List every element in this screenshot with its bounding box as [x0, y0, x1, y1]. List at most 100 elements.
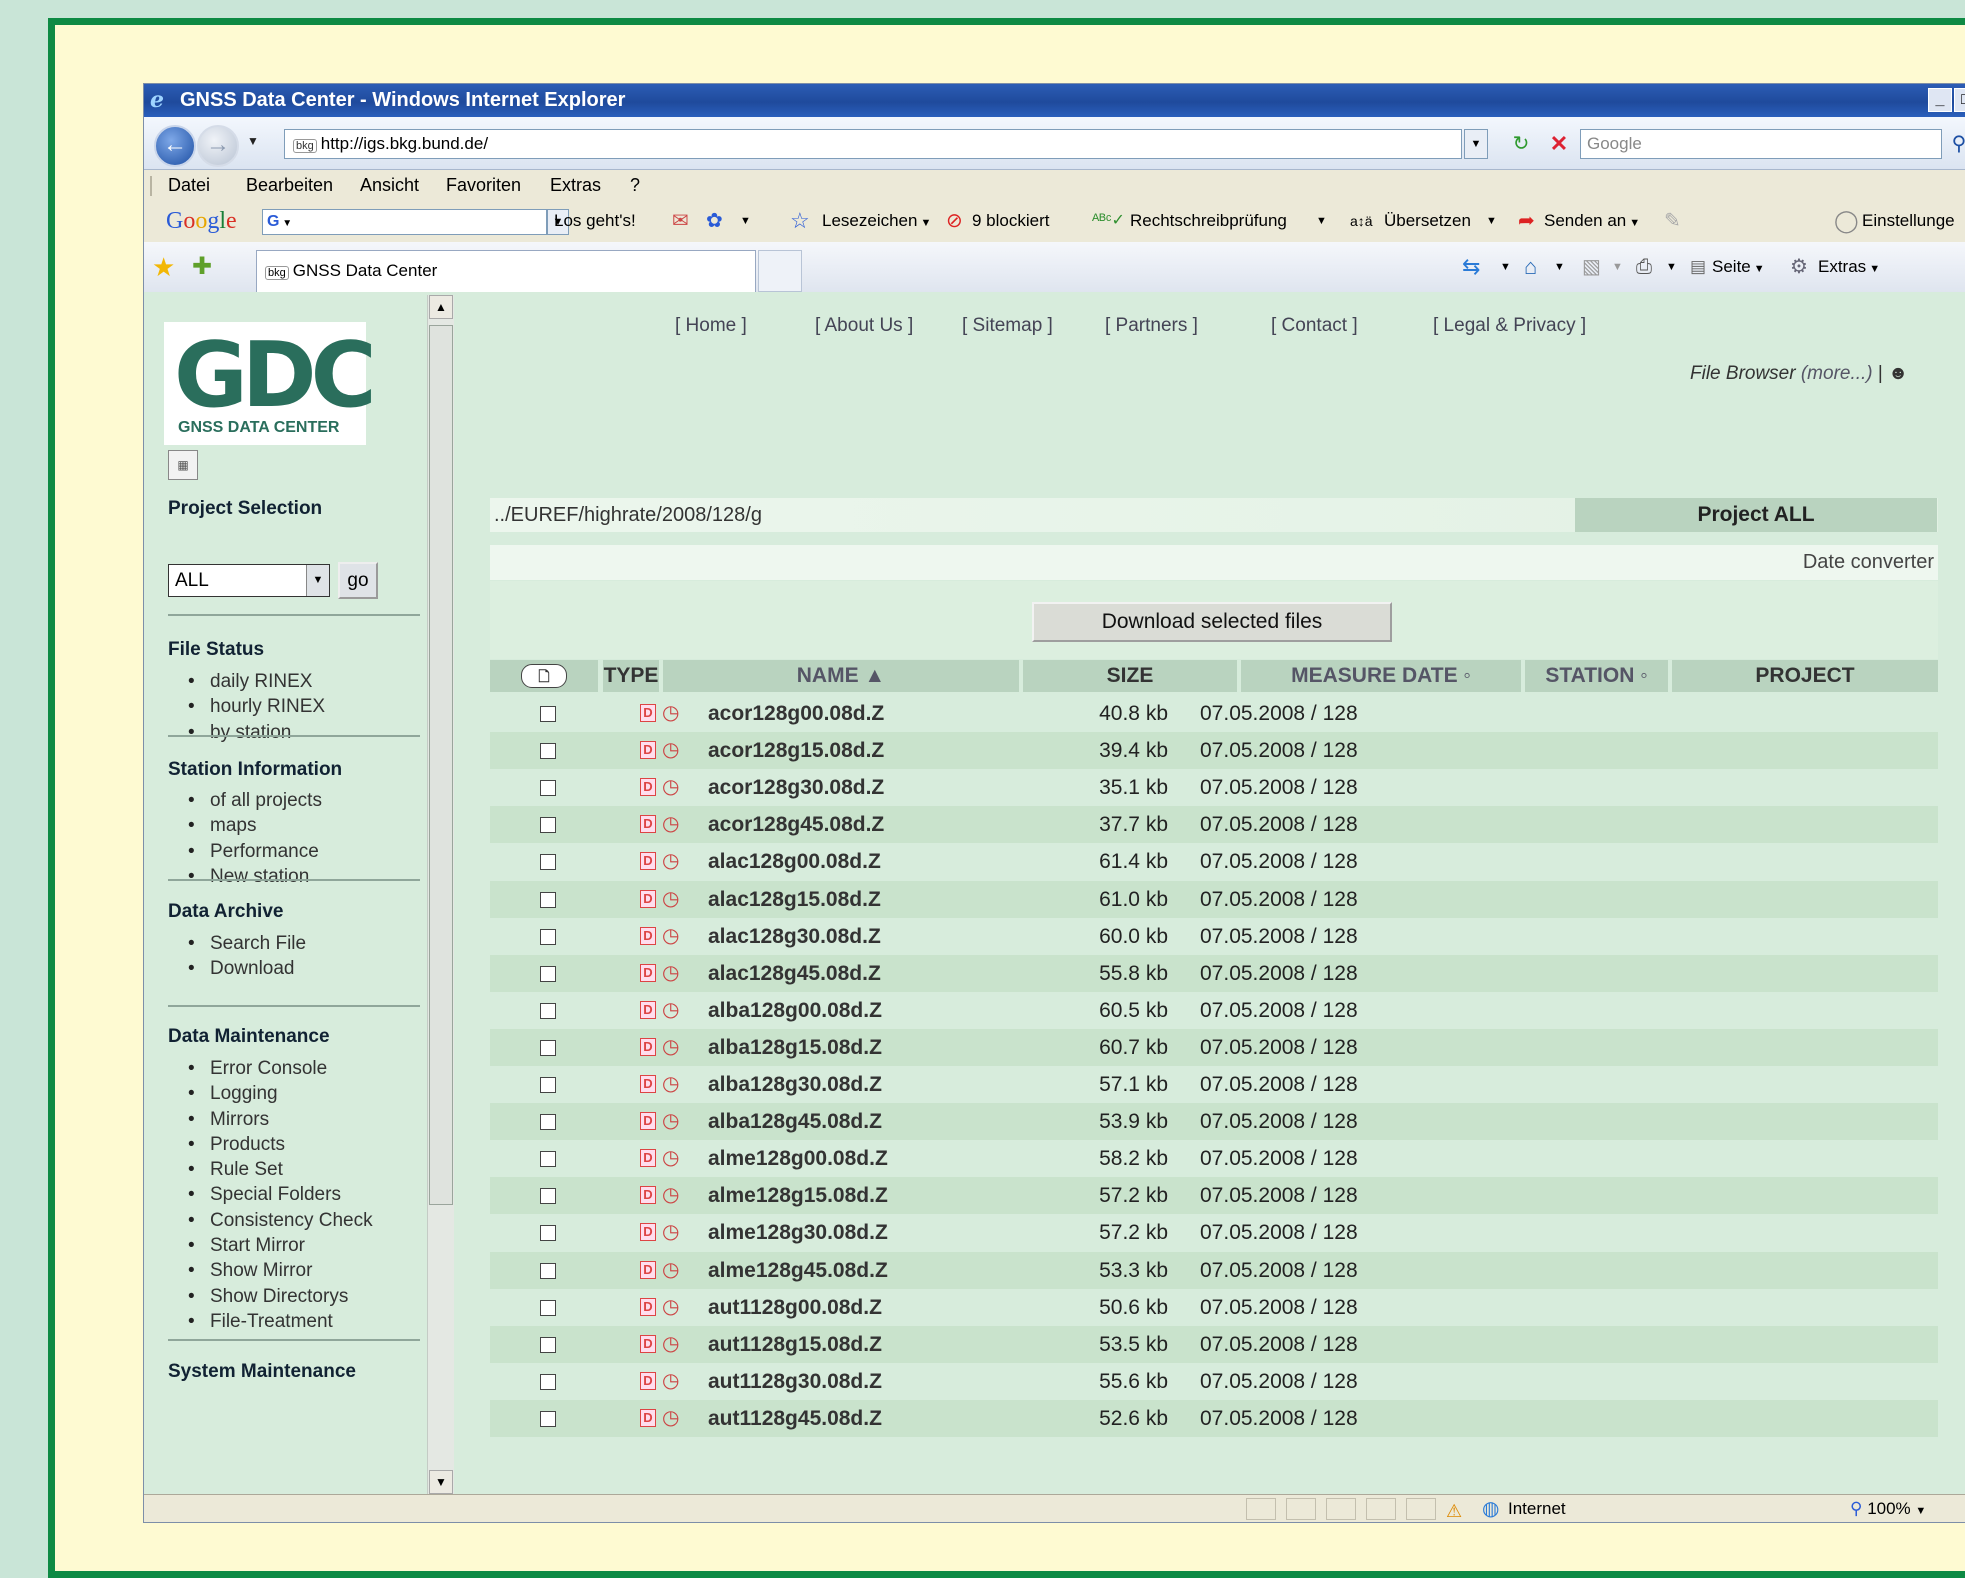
link-maps[interactable]: maps	[210, 813, 322, 838]
row-checkbox[interactable]	[540, 1225, 556, 1242]
document-icon[interactable]: D	[640, 778, 656, 797]
document-icon[interactable]: D	[640, 1037, 656, 1056]
link-search-file[interactable]: Search File	[210, 931, 306, 956]
table-row[interactable]: D ◷ acor128g00.08d.Z 40.8 kb 07.05.2008 / 12…	[490, 695, 1938, 732]
link-rule-set[interactable]: Rule Set	[210, 1157, 373, 1182]
row-checkbox[interactable]	[540, 1151, 556, 1168]
col-type[interactable]: TYPE	[603, 660, 659, 692]
page-menu-button[interactable]: Seite ▼	[1712, 250, 1765, 286]
tab-gnss-data-center[interactable]: bkg GNSS Data Center	[256, 250, 756, 292]
file-name-link[interactable]: alme128g15.08d.Z	[708, 1177, 888, 1214]
file-name-link[interactable]: acor128g45.08d.Z	[708, 806, 884, 843]
table-row[interactable]: D ◷ alac128g30.08d.Z 60.0 kb 07.05.2008 / 12…	[490, 918, 1938, 955]
table-row[interactable]: D ◷ aut1128g30.08d.Z 55.6 kb 07.05.2008 / 12…	[490, 1363, 1938, 1400]
table-row[interactable]: D ◷ aut1128g45.08d.Z 52.6 kb 07.05.2008 / 12…	[490, 1399, 1938, 1437]
table-row[interactable]: D ◷ alac128g00.08d.Z 61.4 kb 07.05.2008 / 12…	[490, 843, 1938, 880]
nav-contact[interactable]: [ Contact ]	[1271, 315, 1358, 337]
file-name-link[interactable]: acor128g15.08d.Z	[708, 732, 884, 769]
file-name-link[interactable]: alba128g00.08d.Z	[708, 992, 882, 1029]
maximize-button[interactable]: □	[1954, 88, 1965, 112]
link-download[interactable]: Download	[210, 956, 306, 981]
document-icon[interactable]: D	[640, 1297, 656, 1316]
row-checkbox[interactable]	[540, 1373, 556, 1390]
row-checkbox[interactable]	[540, 1114, 556, 1131]
menu-help[interactable]: ?	[630, 170, 640, 200]
nav-partners[interactable]: [ Partners ]	[1105, 315, 1198, 337]
table-row[interactable]: D ◷ acor128g15.08d.Z 39.4 kb 07.05.2008 / 12…	[490, 732, 1938, 770]
col-station[interactable]: STATION ◦	[1525, 660, 1668, 692]
minimize-button[interactable]: _	[1928, 88, 1952, 112]
table-row[interactable]: D ◷ alac128g15.08d.Z 61.0 kb 07.05.2008 / 12…	[490, 880, 1938, 918]
link-new-station[interactable]: New station	[210, 864, 322, 889]
url-input[interactable]: bkg http://igs.bkg.bund.de/	[284, 129, 1462, 159]
clock-icon[interactable]: ◷	[662, 1183, 679, 1207]
table-row[interactable]: D ◷ alba128g00.08d.Z 60.5 kb 07.05.2008 / 12…	[490, 992, 1938, 1029]
tools-menu-button[interactable]: Extras ▼	[1818, 250, 1880, 286]
row-checkbox[interactable]	[540, 965, 556, 982]
row-checkbox[interactable]	[540, 706, 556, 722]
row-checkbox[interactable]	[540, 891, 556, 908]
col-size[interactable]: SIZE	[1023, 660, 1237, 692]
home-icon[interactable]: ⌂	[1524, 250, 1537, 284]
pen-icon[interactable]: ✎	[1664, 200, 1681, 242]
clock-icon[interactable]: ◷	[662, 1369, 679, 1393]
link-consistency-check[interactable]: Consistency Check	[210, 1208, 373, 1233]
google-go-button[interactable]: Los geht's!	[554, 200, 636, 242]
menu-extras[interactable]: Extras	[550, 170, 601, 200]
clock-icon[interactable]: ◷	[662, 701, 679, 725]
scroll-down-icon[interactable]: ▼	[429, 1470, 453, 1494]
new-tab-button[interactable]	[758, 250, 802, 292]
link-logging[interactable]: Logging	[210, 1081, 373, 1106]
clock-icon[interactable]: ◷	[662, 1295, 679, 1319]
select-all-icon[interactable]: 🗋	[521, 664, 567, 689]
feed-dropdown-icon[interactable]: ▼	[1612, 250, 1623, 284]
scroll-thumb[interactable]	[429, 325, 453, 1205]
extensions-icon[interactable]: ✿	[706, 200, 723, 242]
document-icon[interactable]: D	[640, 1000, 656, 1019]
popup-blocked-button[interactable]: 9 blockiert	[972, 200, 1049, 242]
table-row[interactable]: D ◷ acor128g45.08d.Z 37.7 kb 07.05.2008 / 12…	[490, 806, 1938, 844]
menu-bearbeiten[interactable]: Bearbeiten	[246, 170, 333, 200]
more-link[interactable]: (more...)	[1801, 363, 1873, 384]
table-row[interactable]: D ◷ alba128g30.08d.Z 57.1 kb 07.05.2008 / 12…	[490, 1066, 1938, 1103]
file-name-link[interactable]: aut1128g30.08d.Z	[708, 1363, 882, 1400]
google-search-input[interactable]: G ▼	[262, 209, 547, 235]
document-icon[interactable]: D	[640, 963, 656, 982]
nav-home[interactable]: [ Home ]	[675, 315, 747, 337]
feeds-dropdown-icon[interactable]: ▼	[1500, 250, 1511, 284]
clock-icon[interactable]: ◷	[662, 1220, 679, 1244]
home-dropdown-icon[interactable]: ▼	[1554, 250, 1565, 284]
clock-icon[interactable]: ◷	[662, 1146, 679, 1170]
document-icon[interactable]: D	[640, 815, 656, 834]
file-name-link[interactable]: alba128g15.08d.Z	[708, 1029, 882, 1066]
link-error-console[interactable]: Error Console	[210, 1056, 373, 1081]
sidebar-scrollbar[interactable]: ▲ ▼	[427, 295, 454, 1494]
document-icon[interactable]: D	[640, 741, 656, 760]
translate-dropdown-icon[interactable]: ▼	[1486, 200, 1497, 242]
row-checkbox[interactable]	[540, 1299, 556, 1316]
file-name-link[interactable]: acor128g30.08d.Z	[708, 769, 884, 806]
document-icon[interactable]: D	[640, 852, 656, 871]
document-icon[interactable]: D	[640, 1408, 656, 1427]
row-checkbox[interactable]	[540, 1262, 556, 1279]
zoom-level[interactable]: ⚲ 100% ▼	[1850, 1495, 1926, 1522]
link-daily-rinex[interactable]: daily RINEX	[210, 669, 325, 694]
table-row[interactable]: D ◷ alme128g00.08d.Z 58.2 kb 07.05.2008 / 12…	[490, 1140, 1938, 1177]
clock-icon[interactable]: ◷	[662, 1406, 679, 1430]
clock-icon[interactable]: ◷	[662, 1109, 679, 1133]
col-select-all[interactable]: 🗋	[490, 660, 598, 692]
file-name-link[interactable]: aut1128g00.08d.Z	[708, 1289, 882, 1326]
file-name-link[interactable]: alme128g45.08d.Z	[708, 1252, 888, 1289]
table-row[interactable]: D ◷ alac128g45.08d.Z 55.8 kb 07.05.2008 / 12…	[490, 954, 1938, 992]
calendar-icon[interactable]: ▦	[168, 450, 198, 480]
file-name-link[interactable]: alba128g45.08d.Z	[708, 1103, 882, 1140]
spellcheck-button[interactable]: Rechtschreibprüfung	[1130, 200, 1287, 242]
clock-icon[interactable]: ◷	[662, 812, 679, 836]
table-row[interactable]: D ◷ alme128g15.08d.Z 57.2 kb 07.05.2008 / 12…	[490, 1177, 1938, 1215]
link-by-station[interactable]: by station	[210, 720, 325, 745]
file-name-link[interactable]: alac128g30.08d.Z	[708, 918, 881, 955]
file-name-link[interactable]: aut1128g45.08d.Z	[708, 1400, 882, 1437]
clock-icon[interactable]: ◷	[662, 775, 679, 799]
table-row[interactable]: D ◷ aut1128g15.08d.Z 53.5 kb 07.05.2008 / 12…	[490, 1325, 1938, 1363]
translate-button[interactable]: Übersetzen	[1384, 200, 1471, 242]
